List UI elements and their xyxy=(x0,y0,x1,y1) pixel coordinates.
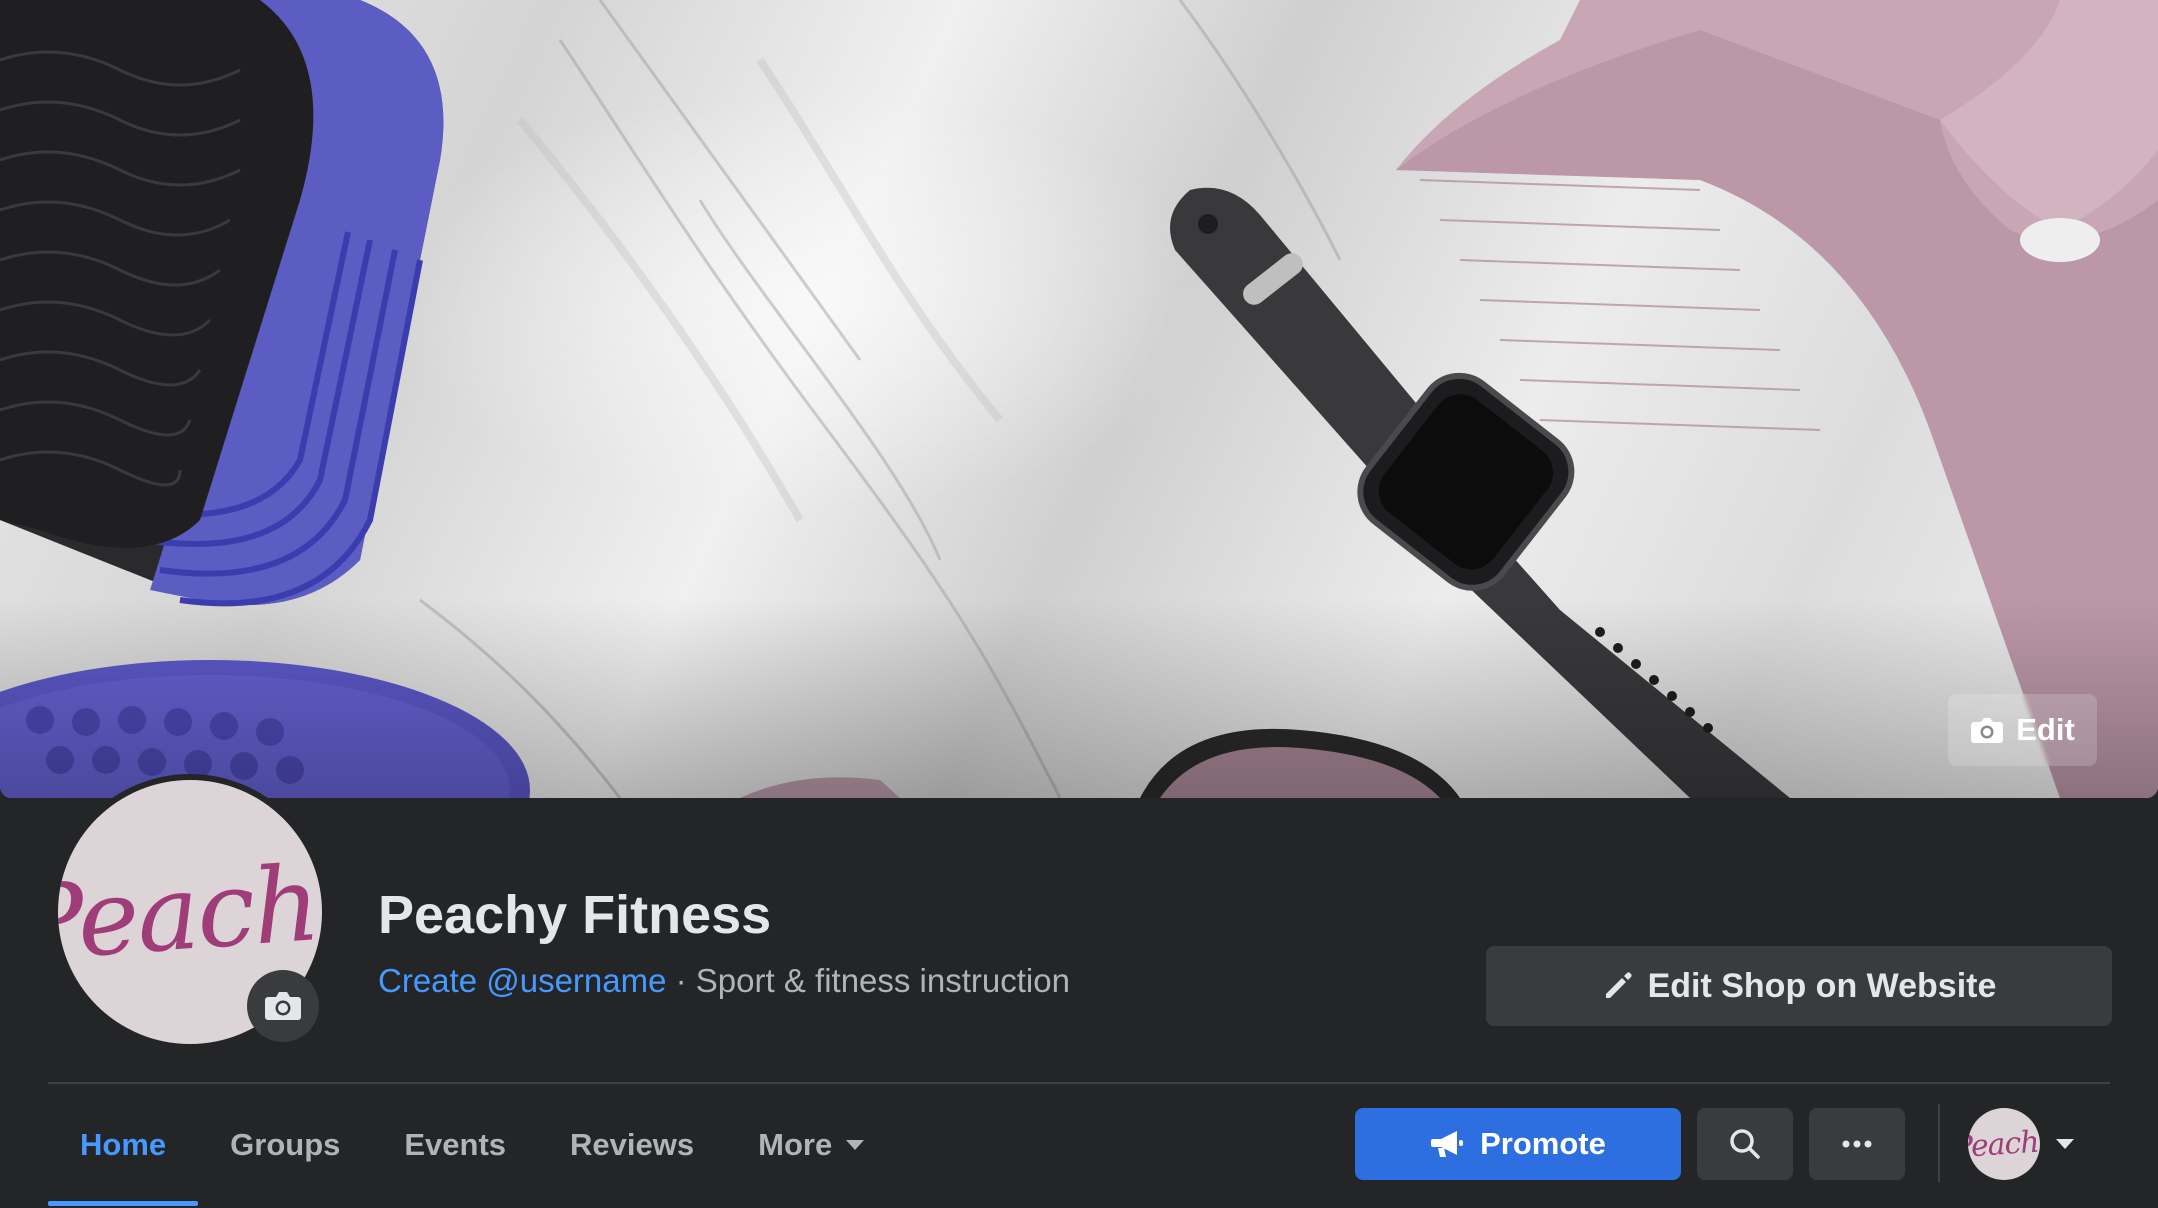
tab-reviews[interactable]: Reviews xyxy=(538,1090,726,1200)
account-avatar: Peachy xyxy=(1968,1108,2040,1180)
cover-image xyxy=(0,0,2158,798)
promote-label: Promote xyxy=(1480,1126,1606,1161)
tab-label: Events xyxy=(404,1127,507,1162)
megaphone-icon xyxy=(1431,1131,1464,1157)
tab-label: Reviews xyxy=(570,1127,695,1162)
page-title: Peachy Fitness xyxy=(378,885,772,945)
avatar-logo-text: Peachy xyxy=(58,838,322,986)
promote-button[interactable]: Promote xyxy=(1355,1108,1681,1180)
page-tabs: Home Groups Events Reviews More xyxy=(48,1090,896,1208)
cover-photo: Edit xyxy=(0,0,2158,798)
search-button[interactable] xyxy=(1697,1108,1793,1180)
edit-cover-button[interactable]: Edit xyxy=(1948,694,2097,766)
account-avatar-text: Peachy xyxy=(1968,1123,2040,1165)
actions-separator xyxy=(1938,1104,1940,1182)
camera-icon xyxy=(1971,718,2004,743)
pencil-icon xyxy=(1605,972,1632,998)
tab-label: Groups xyxy=(230,1127,341,1162)
tab-more[interactable]: More xyxy=(726,1090,896,1200)
page-category: Sport & fitness instruction xyxy=(695,962,1070,999)
section-divider xyxy=(48,1082,2110,1084)
tab-label: More xyxy=(758,1127,833,1162)
tab-label: Home xyxy=(80,1127,167,1162)
create-username-link[interactable]: Create @username xyxy=(378,962,666,999)
caret-down-icon xyxy=(846,1140,865,1150)
more-options-button[interactable] xyxy=(1809,1108,1905,1180)
tab-events[interactable]: Events xyxy=(372,1090,538,1200)
edit-shop-label: Edit Shop on Website xyxy=(1647,966,1997,1005)
search-icon xyxy=(1730,1129,1760,1159)
tab-groups[interactable]: Groups xyxy=(198,1090,372,1200)
edit-cover-label: Edit xyxy=(2016,712,2075,747)
edit-shop-button[interactable]: Edit Shop on Website xyxy=(1486,946,2112,1026)
update-avatar-button[interactable] xyxy=(247,970,319,1042)
page-subline: Create @username · Sport & fitness instr… xyxy=(378,962,1070,1000)
subline-separator: · xyxy=(666,962,696,999)
tab-home[interactable]: Home xyxy=(48,1090,199,1206)
ellipsis-icon xyxy=(1842,1140,1872,1148)
caret-down-icon xyxy=(2056,1139,2074,1149)
account-switcher[interactable]: Peachy xyxy=(1968,1108,2088,1180)
camera-icon xyxy=(265,992,301,1020)
